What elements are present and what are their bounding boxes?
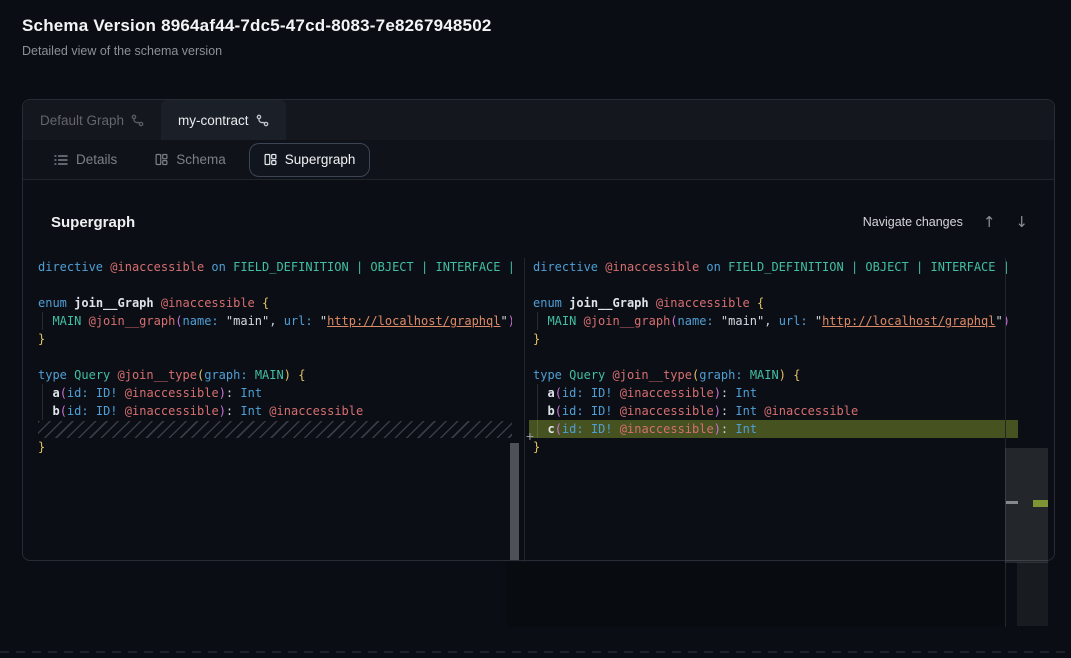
editor-overflow-fill [506,562,1005,627]
tab-default-graph-label: Default Graph [40,113,124,128]
left-pane-scrollbar-thumb[interactable] [510,443,519,560]
navigate-changes: Navigate changes ↑ ↓ [863,212,1028,232]
code-line: b(id: ID! @inaccessible): Int @inaccessi… [529,402,1018,420]
code-line: } [529,330,1018,348]
code-line: } [22,330,512,348]
next-change-button[interactable]: ↓ [1015,215,1028,230]
navigate-changes-label: Navigate changes [863,215,963,229]
diff-modified-pane[interactable]: directive @inaccessible on FIELD_DEFINIT… [529,258,1018,561]
bottom-dashed-divider [0,651,1071,653]
code-line: } [22,438,512,456]
page-title: Schema Version 8964af44-7dc5-47cd-8083-7… [22,16,492,36]
code-line: MAIN @join__graph(name: "main", url: "ht… [529,312,1018,330]
panes-icon [155,153,168,166]
subtab-supergraph-label: Supergraph [285,152,356,167]
diff-original-pane[interactable]: directive @inaccessible on FIELD_DEFINIT… [22,258,512,561]
code-line: b(id: ID! @inaccessible): Int @inaccessi… [22,402,512,420]
diff-added-plus-icon: + [523,427,537,445]
code-line: a(id: ID! @inaccessible): Int [22,384,512,402]
code-line [22,276,512,294]
subtab-schema-label: Schema [176,152,226,167]
branch-icon [256,114,269,127]
tab-default-graph[interactable]: Default Graph [23,100,161,140]
diff-added-line: c(id: ID! @inaccessible): Int [529,420,1018,438]
supergraph-section-title: Supergraph [51,214,135,231]
schema-version-page: { "page": { "title": "Schema Version 896… [0,0,1071,658]
code-line: enum join__Graph @inaccessible { [22,294,512,312]
page-subtitle: Detailed view of the schema version [22,44,222,58]
panes-icon [264,153,277,166]
code-line: type Query @join__type(graph: MAIN) { [22,366,512,384]
minimap-slider-tail [1017,562,1048,626]
variant-tab-bar: Default Graph my-contract [23,100,1054,140]
subtab-schema[interactable]: Schema [140,143,241,177]
code-line: } [529,438,1018,456]
code-line [529,276,1018,294]
code-line [22,348,512,366]
diff-placeholder-line [38,421,512,438]
overview-ruler-added-mark [1033,500,1048,507]
tab-my-contract-label: my-contract [178,113,249,128]
subtab-details[interactable]: Details [39,143,132,177]
subtab-details-label: Details [76,152,117,167]
code-line: enum join__Graph @inaccessible { [529,294,1018,312]
code-line: directive @inaccessible on FIELD_DEFINIT… [22,258,512,276]
previous-change-button[interactable]: ↑ [983,215,996,230]
subtab-supergraph[interactable]: Supergraph [249,143,371,177]
view-sub-tabs: Details Schema Supergraph [23,140,1054,180]
code-line: type Query @join__type(graph: MAIN) { [529,366,1018,384]
list-icon [54,154,68,166]
code-line: directive @inaccessible on FIELD_DEFINIT… [529,258,1018,276]
code-line: MAIN @join__graph(name: "main", url: "ht… [22,312,512,330]
code-line [529,348,1018,366]
minimap-content-mark [1006,501,1018,504]
branch-icon [131,114,144,127]
tab-my-contract[interactable]: my-contract [161,100,286,140]
minimap-divider [1005,258,1006,627]
code-line: a(id: ID! @inaccessible): Int [529,384,1018,402]
